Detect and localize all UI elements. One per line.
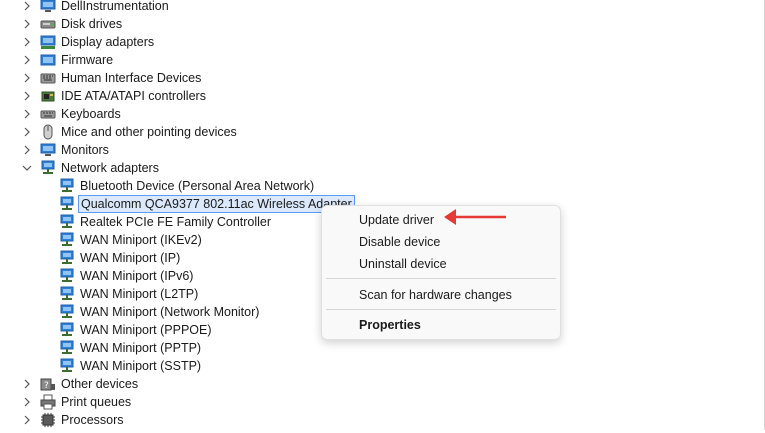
- network-adapter-icon: [59, 304, 75, 320]
- network-adapter-icon: [59, 268, 75, 284]
- tree-item-label: Bluetooth Device (Personal Area Network): [80, 179, 315, 193]
- tree-item-label: DellInstrumentation: [61, 0, 169, 13]
- scan-hardware-menu-item[interactable]: Scan for hardware changes: [359, 285, 512, 305]
- processor-icon: [40, 412, 56, 428]
- tree-item-label: WAN Miniport (PPPOE): [80, 323, 212, 337]
- ide-controller-icon: [40, 88, 56, 104]
- tree-item-label: Disk drives: [61, 17, 123, 31]
- chevron-right-icon[interactable]: [22, 141, 34, 159]
- update-driver-menu-item[interactable]: Update driver: [359, 210, 434, 230]
- chevron-right-icon[interactable]: [22, 0, 34, 15]
- network-adapter-icon: [59, 322, 75, 338]
- printer-icon: [40, 394, 56, 410]
- network-adapter-icon: [40, 160, 56, 176]
- chevron-down-icon[interactable]: [22, 159, 34, 177]
- tree-item-label: WAN Miniport (SSTP): [80, 359, 202, 373]
- chevron-right-icon[interactable]: [22, 123, 34, 141]
- svg-text:?: ?: [44, 381, 49, 391]
- chevron-right-icon[interactable]: [22, 393, 34, 411]
- tree-item-label: Firmware: [61, 53, 114, 67]
- tree-item-label: IDE ATA/ATAPI controllers: [61, 89, 206, 103]
- network-adapter-icon: [59, 214, 75, 230]
- uninstall-device-menu-item[interactable]: Uninstall device: [359, 254, 447, 274]
- tree-item-label: WAN Miniport (IKEv2): [80, 233, 202, 247]
- chevron-right-icon[interactable]: [22, 33, 34, 51]
- tree-item-label: Monitors: [61, 143, 109, 157]
- tree-item-label: Realtek PCIe FE Family Controller: [80, 215, 272, 229]
- disable-device-menu-item[interactable]: Disable device: [359, 232, 440, 252]
- tree-item-label: WAN Miniport (IPv6): [80, 269, 194, 283]
- mouse-icon: [40, 124, 56, 140]
- network-adapter-icon: [59, 286, 75, 302]
- tree-item-label: WAN Miniport (Network Monitor): [80, 305, 260, 319]
- chevron-right-icon[interactable]: [22, 375, 34, 393]
- tree-item-label: Processors: [61, 413, 124, 427]
- network-adapter-icon: [59, 340, 75, 356]
- tree-item-label: Qualcomm QCA9377 802.11ac Wireless Adapt…: [78, 195, 355, 213]
- menu-separator: [326, 309, 556, 310]
- network-adapter-icon: [59, 178, 75, 194]
- tree-item-label: Mice and other pointing devices: [61, 125, 237, 139]
- monitor-icon: [40, 142, 56, 158]
- tree-item-label: WAN Miniport (L2TP): [80, 287, 199, 301]
- menu-separator: [326, 278, 556, 279]
- display-adapter-icon: [40, 34, 56, 50]
- disk-drive-icon: [40, 16, 56, 32]
- chevron-right-icon[interactable]: [22, 51, 34, 69]
- tree-item-label: Display adapters: [61, 35, 155, 49]
- hid-icon: [40, 70, 56, 86]
- keyboard-icon: [40, 106, 56, 122]
- chevron-right-icon[interactable]: [22, 15, 34, 33]
- network-adapter-icon: [59, 232, 75, 248]
- network-adapter-icon: [59, 358, 75, 374]
- firmware-icon: [40, 52, 56, 68]
- chevron-right-icon[interactable]: [22, 69, 34, 87]
- chevron-right-icon[interactable]: [22, 87, 34, 105]
- tree-item-label: WAN Miniport (IP): [80, 251, 181, 265]
- properties-menu-item[interactable]: Properties: [359, 315, 421, 335]
- unknown-device-icon: ?: [40, 376, 56, 392]
- network-adapter-icon: [59, 196, 75, 212]
- chevron-right-icon[interactable]: [22, 105, 34, 123]
- chevron-right-icon[interactable]: [22, 411, 34, 429]
- tree-item-label: Other devices: [61, 377, 139, 391]
- tree-item-label: WAN Miniport (PPTP): [80, 341, 202, 355]
- annotation-arrow-icon: [444, 209, 506, 225]
- tree-item-label: Human Interface Devices: [61, 71, 202, 85]
- monitor-icon: [40, 0, 56, 14]
- tree-item-label: Print queues: [61, 395, 132, 409]
- tree-item-label: Keyboards: [61, 107, 121, 121]
- tree-item-label: Network adapters: [61, 161, 159, 175]
- network-adapter-icon: [59, 250, 75, 266]
